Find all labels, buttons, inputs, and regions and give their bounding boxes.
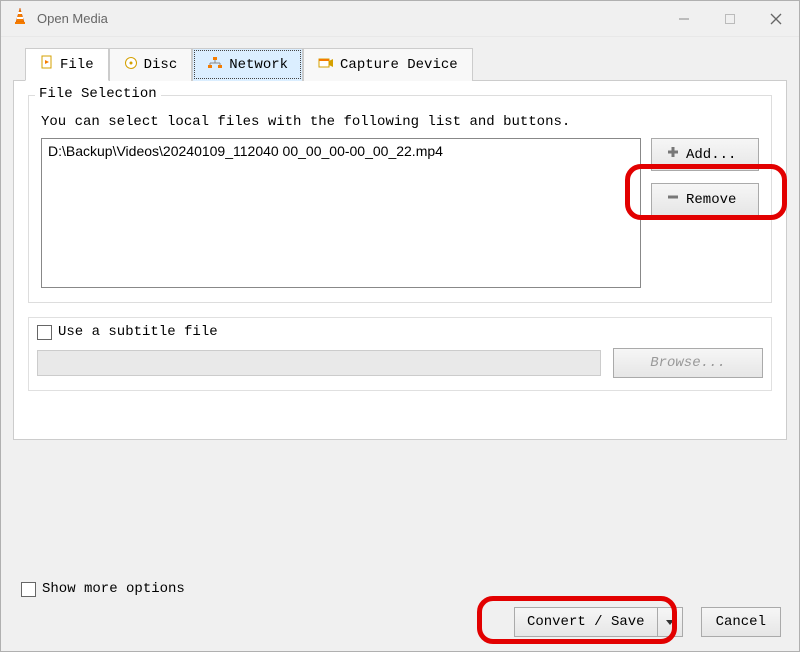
tab-disc-label: Disc xyxy=(144,57,178,73)
tab-file-label: File xyxy=(60,57,94,73)
maximize-button[interactable] xyxy=(707,1,753,37)
subtitle-checkbox-label: Use a subtitle file xyxy=(58,324,218,340)
browse-button-label: Browse... xyxy=(650,355,726,371)
remove-button-label: Remove xyxy=(686,192,736,208)
subtitle-checkbox[interactable] xyxy=(37,325,52,340)
list-item[interactable]: D:\Backup\Videos\20240109_112040 00_00_0… xyxy=(48,143,634,159)
show-more-row: Show more options xyxy=(21,581,785,597)
browse-button: Browse... xyxy=(613,348,763,378)
footer: Show more options Convert / Save Cancel xyxy=(1,571,799,651)
tab-capture-label: Capture Device xyxy=(340,57,458,73)
content-area: File Disc Network Capture Device xyxy=(1,37,799,450)
tab-strip: File Disc Network Capture Device xyxy=(25,48,787,81)
file-list[interactable]: D:\Backup\Videos\20240109_112040 00_00_0… xyxy=(41,138,641,288)
network-icon xyxy=(207,56,223,75)
titlebar: Open Media xyxy=(1,1,799,37)
capture-icon xyxy=(318,56,334,75)
tab-network-label: Network xyxy=(229,57,288,73)
close-button[interactable] xyxy=(753,1,799,37)
footer-buttons: Convert / Save Cancel xyxy=(15,607,785,637)
show-more-label: Show more options xyxy=(42,581,185,597)
file-selection-title: File Selection xyxy=(35,86,161,102)
minimize-button[interactable] xyxy=(661,1,707,37)
add-button-label: Add... xyxy=(686,147,736,163)
subtitle-section: Use a subtitle file Browse... xyxy=(28,317,772,391)
tab-capture[interactable]: Capture Device xyxy=(303,48,473,81)
tab-file[interactable]: File xyxy=(25,48,109,81)
subtitle-checkbox-row: Use a subtitle file xyxy=(37,324,763,340)
tab-disc[interactable]: Disc xyxy=(109,48,193,81)
cancel-button[interactable]: Cancel xyxy=(701,607,781,637)
window-title: Open Media xyxy=(37,11,661,26)
file-icon xyxy=(40,55,54,74)
disc-icon xyxy=(124,56,138,75)
cancel-button-label: Cancel xyxy=(716,614,766,630)
file-tab-panel: File Selection You can select local file… xyxy=(13,80,787,440)
window-controls xyxy=(661,1,799,37)
minus-icon xyxy=(666,190,680,209)
remove-button[interactable]: Remove xyxy=(651,183,759,216)
file-selection-fieldset: File Selection You can select local file… xyxy=(28,95,772,303)
show-more-checkbox[interactable] xyxy=(21,582,36,597)
plus-icon xyxy=(666,145,680,164)
convert-save-label: Convert / Save xyxy=(515,608,657,636)
add-button[interactable]: Add... xyxy=(651,138,759,171)
subtitle-browse-row: Browse... xyxy=(37,348,763,378)
chevron-down-icon[interactable] xyxy=(657,608,682,636)
file-side-buttons: Add... Remove xyxy=(647,138,759,216)
tab-network[interactable]: Network xyxy=(192,48,303,81)
file-selection-help: You can select local files with the foll… xyxy=(41,114,759,130)
vlc-cone-icon xyxy=(11,7,29,30)
open-media-window: Open Media File xyxy=(0,0,800,652)
file-row: D:\Backup\Videos\20240109_112040 00_00_0… xyxy=(41,138,759,288)
convert-save-button[interactable]: Convert / Save xyxy=(514,607,683,637)
subtitle-path-input xyxy=(37,350,601,376)
